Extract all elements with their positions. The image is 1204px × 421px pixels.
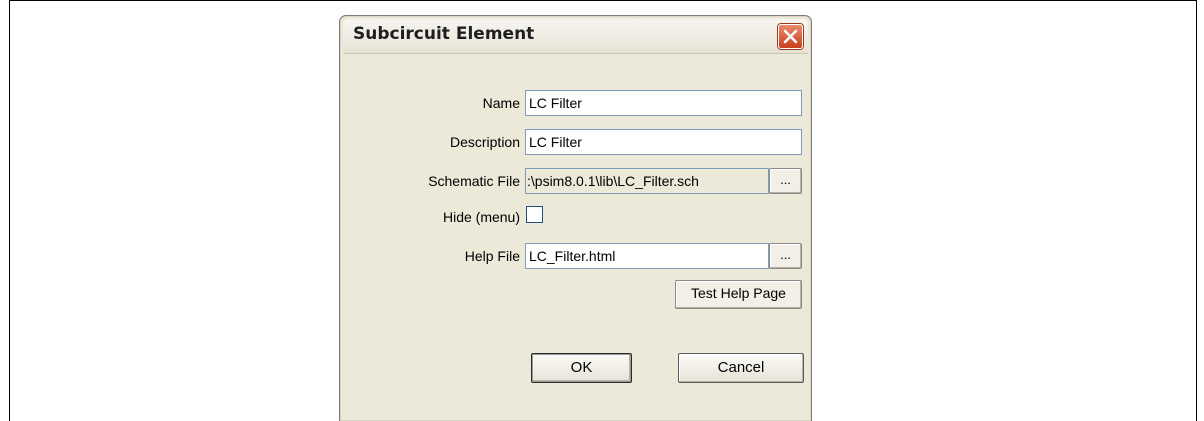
hide-menu-label: Hide (menu) bbox=[442, 209, 520, 225]
close-icon bbox=[783, 29, 798, 44]
ok-button[interactable]: OK bbox=[531, 353, 632, 383]
help-file-field[interactable]: LC_Filter.html bbox=[525, 243, 769, 269]
help-file-browse-button[interactable]: ... bbox=[769, 243, 802, 269]
schematic-file-browse-button[interactable]: ... bbox=[769, 168, 802, 194]
dialog-title: Subcircuit Element bbox=[353, 24, 535, 44]
hide-menu-checkbox[interactable] bbox=[526, 206, 543, 223]
schematic-file-label: Schematic File bbox=[428, 173, 520, 189]
description-label: Description bbox=[449, 134, 520, 150]
test-help-page-button[interactable]: Test Help Page bbox=[675, 280, 802, 309]
cancel-button[interactable]: Cancel bbox=[678, 353, 804, 383]
name-field[interactable]: LC Filter bbox=[525, 90, 802, 116]
close-button[interactable] bbox=[778, 24, 803, 49]
name-label: Name bbox=[482, 95, 520, 111]
subcircuit-element-dialog: Subcircuit Element Name LC Filter Descri… bbox=[339, 15, 812, 421]
description-field[interactable]: LC Filter bbox=[525, 129, 802, 155]
title-bar[interactable]: Subcircuit Element bbox=[343, 19, 808, 54]
help-file-label: Help File bbox=[464, 248, 520, 264]
schematic-file-field[interactable]: :\psim8.0.1\lib\LC_Filter.sch bbox=[525, 168, 769, 194]
